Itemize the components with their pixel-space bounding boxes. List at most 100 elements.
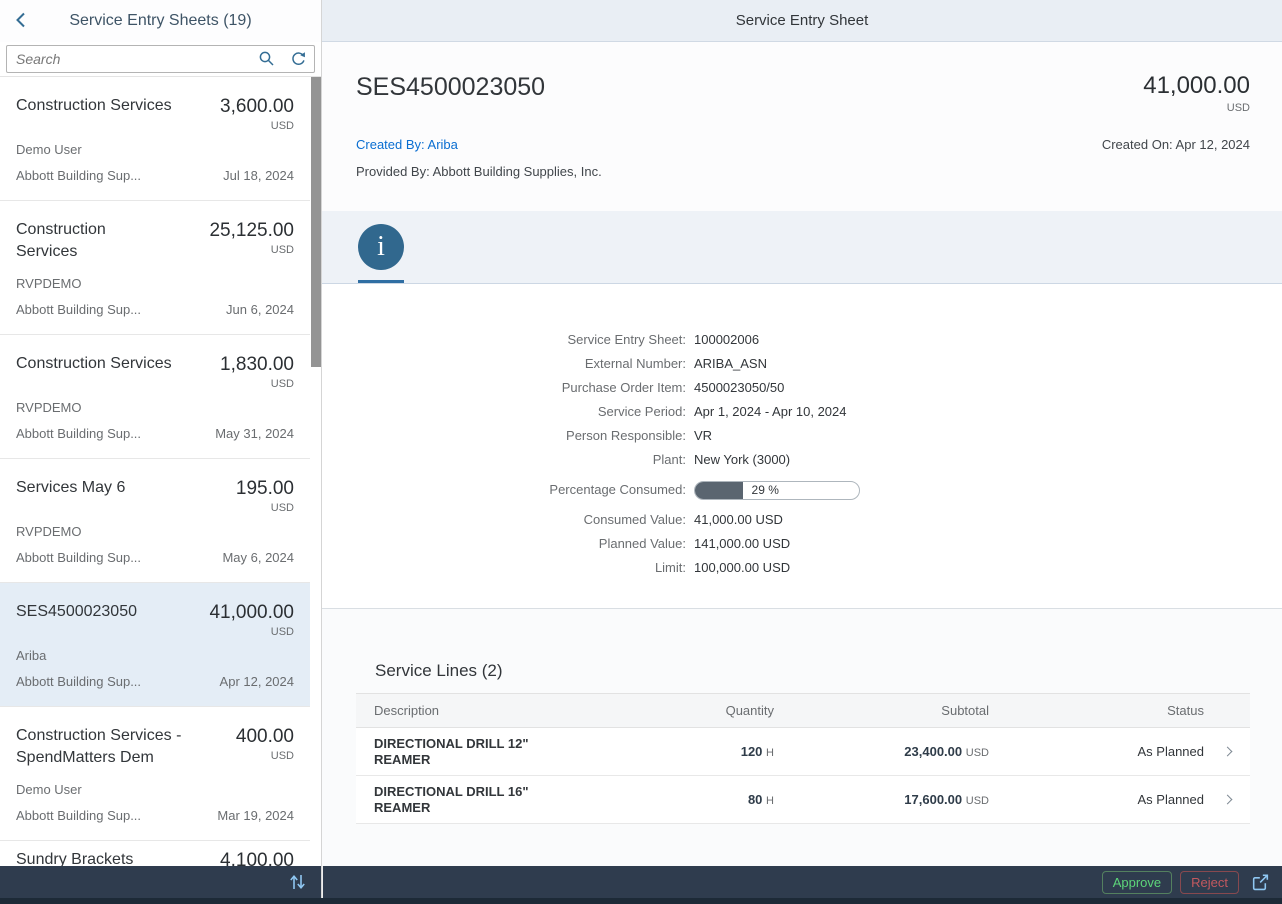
list-item-date: Jul 18, 2024 (223, 167, 294, 185)
list-item-amount: 25,125.00 (209, 219, 294, 242)
master-panel: Service Entry Sheets (19) Constructi (0, 0, 322, 898)
list-item-title: Services May 6 (16, 477, 133, 499)
col-header-subtotal: Subtotal (774, 703, 989, 718)
form-value: Apr 1, 2024 - Apr 10, 2024 (694, 400, 847, 424)
list-item-supplier: Abbott Building Sup... (16, 425, 141, 443)
app-window: Service Entry Sheets (19) Constructi (0, 0, 1282, 898)
list-item-amount: 4,100.00 (220, 849, 294, 866)
form-value: 100,000.00 USD (694, 556, 790, 580)
list-item-amount: 1,830.00 (220, 353, 294, 376)
form-value: VR (694, 424, 712, 448)
list-item-currency: USD (236, 502, 294, 514)
list-item-title: Sundry Brackets (16, 849, 141, 866)
sort-button[interactable] (288, 873, 308, 891)
form-value: 41,000.00 USD (694, 508, 783, 532)
provided-by-text: Provided By: Abbott Building Supplies, I… (356, 163, 1250, 181)
row-description: DIRECTIONAL DRILL 12" REAMER (374, 736, 584, 768)
list-item[interactable]: Services May 6 195.00 USD RVPDEMO Abbott… (0, 459, 310, 583)
list-item-date: May 6, 2024 (222, 549, 294, 567)
list-item-subtitle: RVPDEMO (16, 399, 82, 417)
tab-info[interactable]: i (358, 211, 404, 283)
service-lines-table: Description Quantity Subtotal Status DIR… (356, 693, 1250, 824)
list-item-date: Apr 12, 2024 (220, 673, 294, 691)
search-icon[interactable] (258, 50, 275, 70)
row-status: As Planned (989, 744, 1204, 759)
list-item-subtitle: Demo User (16, 781, 82, 799)
service-lines-title: Service Lines (2) (356, 661, 1250, 681)
list-item-date: Mar 19, 2024 (217, 807, 294, 825)
table-row[interactable]: DIRECTIONAL DRILL 12" REAMER 120 H 23,40… (356, 728, 1250, 776)
progress-bar-text: 29 % (752, 482, 779, 499)
row-currency: USD (966, 795, 989, 807)
info-form: Service Entry Sheet: 100002006 External … (322, 284, 1282, 608)
row-unit: H (766, 795, 774, 807)
form-label: External Number: (322, 352, 686, 376)
form-value: 4500023050/50 (694, 376, 784, 400)
list-item-supplier: Abbott Building Sup... (16, 673, 141, 691)
detail-footer: Approve Reject (322, 866, 1282, 898)
list-item-amount: 195.00 (236, 477, 294, 500)
detail-topbar-title: Service Entry Sheet (736, 12, 869, 29)
row-currency: USD (966, 747, 989, 759)
list-item-subtitle: Ariba (16, 647, 46, 665)
list-item-title: SES4500023050 (16, 601, 145, 623)
form-label: Person Responsible: (322, 424, 686, 448)
list-scrollbar-thumb[interactable] (311, 77, 321, 367)
form-value: New York (3000) (694, 448, 790, 472)
form-label: Service Period: (322, 400, 686, 424)
sort-icon (288, 873, 308, 891)
list-item-supplier: Abbott Building Sup... (16, 301, 141, 319)
list-item-amount: 41,000.00 (209, 601, 294, 624)
master-title: Service Entry Sheets (19) (69, 12, 251, 30)
approve-button[interactable]: Approve (1102, 871, 1172, 894)
col-header-description: Description (374, 703, 624, 718)
table-row[interactable]: DIRECTIONAL DRILL 16" REAMER 80 H 17,600… (356, 776, 1250, 824)
row-unit: H (766, 747, 774, 759)
form-value: 141,000.00 USD (694, 532, 790, 556)
list-item[interactable]: Construction Services 3,600.00 USD Demo … (0, 77, 310, 201)
list-item-selected[interactable]: SES4500023050 41,000.00 USD Ariba Abbott… (0, 583, 310, 707)
progress-bar: 29 % (694, 481, 860, 500)
form-value: ARIBA_ASN (694, 352, 767, 376)
created-by-link[interactable]: Created By: Ariba (356, 136, 458, 154)
reject-button[interactable]: Reject (1180, 871, 1239, 894)
list-item-title: Construction Services - SpendMatters Dem (16, 725, 236, 769)
row-subtotal: 17,600.00 USD (774, 792, 989, 807)
form-label: Percentage Consumed: (322, 478, 686, 502)
back-button[interactable] (12, 11, 32, 31)
form-label: Purchase Order Item: (322, 376, 686, 400)
col-header-quantity: Quantity (624, 703, 774, 718)
service-lines-section: Service Lines (2) Description Quantity S… (322, 608, 1282, 866)
list-item-date: May 31, 2024 (215, 425, 294, 443)
icon-tab-bar: i (322, 211, 1282, 284)
window-bottom-strip (0, 898, 1282, 904)
open-in-new-window-icon (1251, 873, 1270, 892)
ses-list: Construction Services 3,600.00 USD Demo … (0, 76, 321, 866)
list-item[interactable]: Construction Services 1,830.00 USD RVPDE… (0, 335, 310, 459)
row-description: DIRECTIONAL DRILL 16" REAMER (374, 784, 584, 816)
list-item-currency: USD (220, 378, 294, 390)
table-header-row: Description Quantity Subtotal Status (356, 694, 1250, 728)
list-item[interactable]: Construction Services - SpendMatters Dem… (0, 707, 310, 841)
form-label: Service Entry Sheet: (322, 328, 686, 352)
chevron-right-icon[interactable] (1204, 748, 1250, 755)
list-item-title: Construction Services (16, 95, 180, 117)
created-on-text: Created On: Apr 12, 2024 (1102, 136, 1250, 154)
share-button[interactable] (1251, 873, 1270, 892)
master-footer (0, 866, 321, 898)
object-header: SES4500023050 41,000.00 USD Created By: … (322, 42, 1282, 211)
row-quantity: 80 H (624, 792, 774, 807)
list-item-amount: 400.00 (236, 725, 294, 748)
form-label: Limit: (322, 556, 686, 580)
master-header: Service Entry Sheets (19) (0, 0, 321, 42)
list-item-currency: USD (220, 120, 294, 132)
list-item-supplier: Abbott Building Sup... (16, 549, 141, 567)
info-icon: i (358, 224, 404, 270)
list-item[interactable]: Sundry Brackets 4,100.00 (0, 841, 310, 866)
list-item[interactable]: Construction Services 25,125.00 USD RVPD… (0, 201, 310, 335)
list-item-title: Construction Services (16, 219, 156, 263)
chevron-right-icon[interactable] (1204, 796, 1250, 803)
list-item-currency: USD (209, 244, 294, 256)
form-label: Consumed Value: (322, 508, 686, 532)
refresh-icon[interactable] (290, 50, 307, 70)
